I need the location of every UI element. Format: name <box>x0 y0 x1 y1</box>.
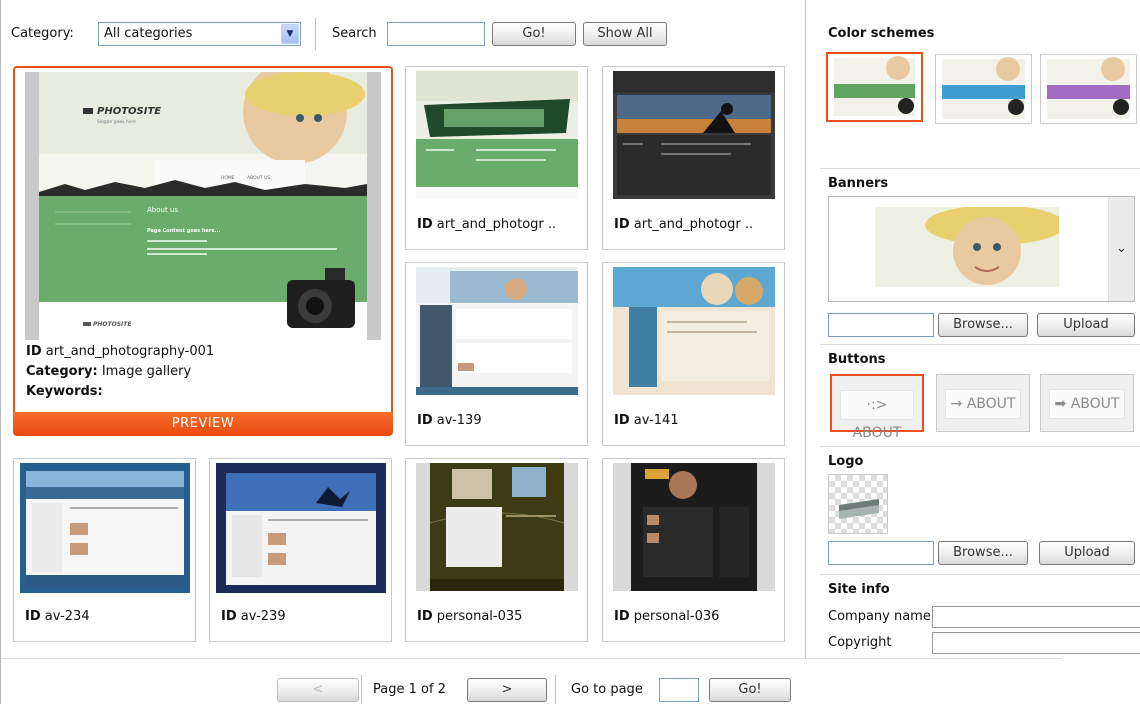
chevron-down-icon[interactable]: ⌄ <box>1108 197 1134 301</box>
template-thumbnail[interactable] <box>613 267 775 395</box>
template-thumbnail[interactable] <box>416 463 578 591</box>
copyright-label: Copyright <box>828 635 892 650</box>
template-thumbnail[interactable] <box>416 71 578 199</box>
template-thumbnail[interactable] <box>416 267 578 395</box>
button-style-preview: → ABOUT <box>945 389 1021 419</box>
template-card[interactable]: ID art_and_photogr .. <box>405 66 588 250</box>
banner-upload-button[interactable]: Upload <box>1037 313 1135 337</box>
pager-divider <box>555 675 556 704</box>
thumb-brand: PHOTOSITE <box>97 106 161 117</box>
template-id-caption: ID art_and_photogr .. <box>614 217 754 232</box>
banner-browse-button[interactable]: Browse... <box>938 313 1028 337</box>
preview-button[interactable]: PREVIEW <box>13 412 393 436</box>
site-info-title: Site info <box>828 582 890 597</box>
template-thumbnail[interactable]: PHOTOSITE Slogan goes here HOME ABOUT US… <box>25 72 381 340</box>
template-thumbnail[interactable] <box>216 463 386 593</box>
prev-page-button[interactable]: < <box>277 678 359 702</box>
color-scheme-blue[interactable] <box>935 54 1032 124</box>
go-to-page-button[interactable]: Go! <box>709 678 791 702</box>
template-gallery-app: Category: All categories ▼ Search Go! Sh… <box>0 0 1140 704</box>
company-name-input[interactable] <box>932 606 1140 628</box>
template-id-caption: ID personal-035 <box>417 609 523 624</box>
logo-title: Logo <box>828 454 864 469</box>
template-card[interactable]: ID av-239 <box>209 458 392 642</box>
template-id-caption: ID av-239 <box>221 609 286 624</box>
template-card[interactable]: ID av-234 <box>13 458 196 642</box>
button-style-3[interactable]: ➡ ABOUT <box>1040 374 1134 432</box>
logo-browse-button[interactable]: Browse... <box>938 541 1028 565</box>
filter-toolbar: Category: All categories ▼ Search Go! Sh… <box>1 0 805 58</box>
logo-preview <box>828 474 888 534</box>
template-thumbnail[interactable] <box>20 463 190 593</box>
page-indicator: Page 1 of 2 <box>373 682 446 697</box>
page-number-input[interactable] <box>659 678 699 702</box>
copyright-input[interactable] <box>932 632 1140 654</box>
button-style-preview: ➡ ABOUT <box>1049 389 1125 419</box>
next-page-button[interactable]: > <box>467 678 547 702</box>
panel-divider <box>820 344 1140 345</box>
button-style-2[interactable]: → ABOUT <box>936 374 1030 432</box>
pagination-bar: < Page 1 of 2 > Go to page Go! <box>1 658 1061 704</box>
category-select-value: All categories <box>104 26 193 41</box>
show-all-button[interactable]: Show All <box>583 22 667 46</box>
chevron-down-icon[interactable]: ▼ <box>281 24 299 44</box>
panel-divider <box>820 574 1140 575</box>
thumb-nav-about: ABOUT US <box>247 175 270 181</box>
template-id-caption: ID av-141 <box>614 413 679 428</box>
buttons-title: Buttons <box>828 352 886 367</box>
thumb-about-heading: About us <box>147 206 178 214</box>
pager-divider <box>361 675 362 704</box>
template-card-featured[interactable]: PHOTOSITE Slogan goes here HOME ABOUT US… <box>13 66 393 436</box>
template-card[interactable]: ID personal-035 <box>405 458 588 642</box>
template-id-caption: ID personal-036 <box>614 609 720 624</box>
search-input[interactable] <box>387 22 485 46</box>
template-id-caption: ID av-139 <box>417 413 482 428</box>
button-style-1[interactable]: ·:> ABOUT <box>830 374 924 441</box>
category-select[interactable]: All categories ▼ <box>98 22 301 46</box>
search-label: Search <box>332 26 377 41</box>
template-grid: PHOTOSITE Slogan goes here HOME ABOUT US… <box>1 58 805 658</box>
button-style-preview: ·:> ABOUT <box>840 390 914 441</box>
logo-file-input[interactable] <box>828 541 934 565</box>
thumb-nav-home: HOME <box>221 175 235 181</box>
featured-id: ID art_and_photography-001 <box>26 344 215 359</box>
logo-upload-button[interactable]: Upload <box>1039 541 1135 565</box>
template-thumbnail[interactable] <box>613 71 775 199</box>
color-scheme-purple[interactable] <box>1040 54 1137 124</box>
template-id-caption: ID art_and_photogr .. <box>417 217 557 232</box>
search-go-button[interactable]: Go! <box>492 22 576 46</box>
thumb-content-heading: Page Content goes here... <box>147 228 220 234</box>
featured-category: Category: Image gallery <box>26 364 192 379</box>
banner-preview <box>875 207 1059 287</box>
color-scheme-green[interactable] <box>826 52 923 122</box>
template-card[interactable]: ID art_and_photogr .. <box>602 66 785 250</box>
thumb-footer-brand: PHOTOSITE <box>93 321 132 328</box>
company-name-label: Company name <box>828 609 931 624</box>
template-card[interactable]: ID personal-036 <box>602 458 785 642</box>
banner-file-input[interactable] <box>828 313 934 337</box>
template-card[interactable]: ID av-139 <box>405 262 588 446</box>
color-schemes-title: Color schemes <box>828 26 935 41</box>
category-label: Category: <box>11 26 74 41</box>
banner-select[interactable]: ⌄ <box>828 196 1135 302</box>
banners-title: Banners <box>828 176 889 191</box>
panel-divider <box>820 446 1140 447</box>
thumb-tagline: Slogan goes here <box>97 119 136 125</box>
toolbar-divider <box>315 18 316 50</box>
template-id-caption: ID av-234 <box>25 609 90 624</box>
template-thumbnail[interactable] <box>613 463 775 591</box>
go-to-page-label: Go to page <box>571 682 643 697</box>
panel-divider <box>820 168 1140 169</box>
customization-panel: Color schemes Banners ⌄ Browse... Upload… <box>805 0 1140 658</box>
template-card[interactable]: ID av-141 <box>602 262 785 446</box>
featured-keywords: Keywords: <box>26 384 103 399</box>
